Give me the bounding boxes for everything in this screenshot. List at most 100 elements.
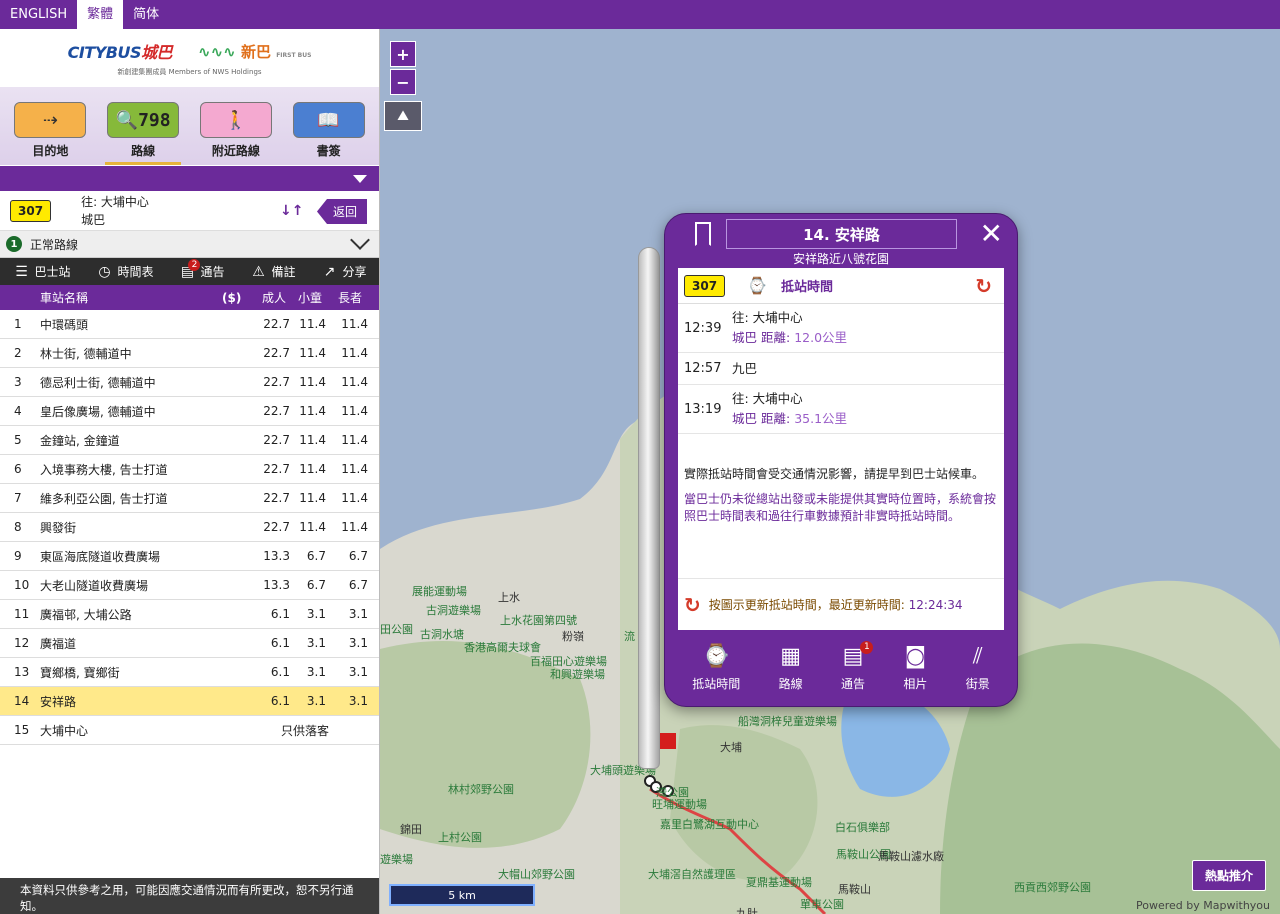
header-senior: 長者	[337, 291, 362, 305]
row-senior-fare: 3.1	[348, 665, 368, 679]
row-adult-fare: 22.7	[263, 433, 290, 447]
footer-notice-button[interactable]: ▤ 1 通告	[841, 640, 874, 692]
row-child-fare: 3.1	[306, 636, 326, 650]
row-stop-name: 金鐘站, 金鐘道	[40, 433, 120, 448]
row-number: 5	[14, 433, 22, 447]
eta-time: 12:39	[684, 320, 722, 336]
table-row[interactable]: 1 中環碼頭 22.7 11.4 11.4	[0, 310, 379, 339]
update-row: ↻ 按圖示更新抵站時間，最近更新時間: 12:24:34	[678, 578, 1004, 630]
row-number: 1	[14, 317, 22, 331]
route-destination: 往: 大埔中心	[81, 194, 149, 209]
footer-eta-button[interactable]: ⌚ 抵站時間	[692, 644, 740, 692]
notice-doc-icon: ▤ 2	[178, 258, 201, 281]
row-number: 15	[14, 723, 30, 737]
row-number: 14	[14, 694, 30, 708]
lang-traditional-chinese[interactable]: 繁體	[77, 0, 124, 29]
table-row[interactable]: 14 安祥路 6.1 3.1 3.1	[0, 687, 379, 716]
zoom-out-button[interactable]: −	[390, 69, 416, 95]
nav-nearby-route[interactable]: 🚶 附近路線	[192, 102, 280, 159]
row-stop-name: 皇后像廣場, 德輔道中	[40, 404, 156, 419]
lang-simplified-chinese[interactable]: 简体	[123, 0, 169, 29]
back-button[interactable]: 返回	[316, 199, 367, 224]
row-number: 6	[14, 462, 22, 476]
hong-kong-overview-icon[interactable]: ⛰	[384, 101, 422, 131]
row-adult-fare: 22.7	[263, 491, 290, 505]
row-stop-name: 大埔中心	[40, 723, 89, 738]
notice-text-1: 實際抵站時間會受交通情況影響，請提早到巴士站候車。	[684, 467, 985, 481]
nav-destination[interactable]: ⇢ 目的地	[6, 102, 94, 159]
notice-tab[interactable]: ▤ 2 通告	[178, 258, 225, 281]
row-senior-fare: 6.7	[348, 549, 368, 563]
close-icon[interactable]: ✕	[980, 220, 1003, 248]
eta-destination: 九巴	[732, 360, 758, 376]
row-child-fare: 3.1	[306, 665, 326, 679]
row-adult-fare: 22.7	[263, 346, 290, 360]
table-row[interactable]: 2 林士街, 德輔道中 22.7 11.4 11.4	[0, 339, 379, 368]
table-row[interactable]: 11 廣福邨, 大埔公路 6.1 3.1 3.1	[0, 600, 379, 629]
map-place-label: 單車公園	[800, 898, 844, 911]
map-place-label: 西貢西郊野公園	[1014, 881, 1091, 894]
lang-english[interactable]: ENGLISH	[0, 0, 77, 29]
route-type-selector[interactable]: 1 正常路線	[0, 230, 379, 258]
route-number-badge: 307	[10, 199, 52, 222]
footer-photo-button[interactable]: ◙ 相片	[903, 644, 927, 692]
bookmark-icon[interactable]	[695, 222, 711, 246]
stop-pin-marker	[638, 247, 660, 769]
row-child-fare: 6.7	[306, 549, 326, 563]
share-icon: ↗	[323, 263, 336, 280]
street-view-icon: ⫽	[972, 643, 983, 669]
table-row[interactable]: 6 入境事務大樓, 告士打道 22.7 11.4 11.4	[0, 455, 379, 484]
row-number: 13	[14, 665, 30, 679]
table-row[interactable]: 15 大埔中心 只供落客	[0, 716, 379, 745]
stops-tab[interactable]: ☰ 巴士站	[12, 263, 70, 281]
popup-subtitle: 安祥路近八號花園	[792, 252, 889, 266]
nav-route-label: 路線	[131, 144, 156, 158]
notice-text-2: 當巴士仍未從總站出發或未能提供其實時位置時，系統會按照巴士時間表和過往行車數據預…	[684, 492, 997, 523]
route-type-number: 1	[6, 236, 22, 252]
nav-route[interactable]: 🔍 798 路線	[99, 102, 187, 165]
row-child-fare: 11.4	[299, 433, 326, 447]
table-row[interactable]: 10 大老山隧道收費廣場 13.3 6.7 6.7	[0, 571, 379, 600]
table-row[interactable]: 8 興發街 22.7 11.4 11.4	[0, 513, 379, 542]
remarks-tab[interactable]: ⚠ 備註	[249, 263, 295, 281]
footer-route-button[interactable]: ▦ 路線	[779, 644, 803, 692]
footer-street-view-button[interactable]: ⫽ 街景	[966, 643, 990, 692]
row-stop-name: 安祥路	[40, 694, 77, 709]
map-place-label: 上水	[498, 591, 520, 604]
table-row[interactable]: 5 金鐘站, 金鐘道 22.7 11.4 11.4	[0, 426, 379, 455]
nav-nearby-label: 附近路線	[211, 144, 260, 158]
row-number: 10	[14, 578, 30, 592]
triangle-down-icon[interactable]	[353, 175, 367, 183]
map-view[interactable]: 上水 上水花園第四號 展能運動場 古洞遊樂場 古洞水塘 香港高爾夫球會 粉嶺流百福田心遊樂場…	[380, 29, 1280, 914]
stops-list-icon: ☰	[15, 263, 28, 280]
citybus-logo: CITYBUS城巴	[67, 43, 173, 62]
table-row[interactable]: 9 東區海底隧道收費廣場 13.3 6.7 6.7	[0, 542, 379, 571]
hot-spot-button[interactable]: 熱點推介	[1191, 860, 1266, 891]
nav-bookmark[interactable]: 📖 書簽	[285, 102, 373, 159]
map-place-label: 大埔滘自然護理區	[648, 868, 736, 881]
share-tab[interactable]: ↗ 分享	[320, 263, 367, 281]
update-time: 12:24:34	[908, 597, 963, 612]
table-row[interactable]: 3 德忌利士街, 德輔道中 22.7 11.4 11.4	[0, 368, 379, 397]
refresh-icon[interactable]: ↻	[975, 274, 992, 298]
collapse-strip[interactable]	[0, 165, 379, 191]
row-adult-fare: 13.3	[263, 578, 290, 592]
swap-direction-icon[interactable]: ↓↑	[280, 203, 303, 219]
row-stop-name: 寶鄉橋, 寶鄉街	[40, 665, 120, 680]
timetable-tab[interactable]: ◷ 時間表	[95, 263, 153, 281]
table-row[interactable]: 7 維多利亞公園, 告士打道 22.7 11.4 11.4	[0, 484, 379, 513]
zoom-controls: + −	[390, 41, 416, 95]
zoom-in-button[interactable]: +	[390, 41, 416, 67]
table-row[interactable]: 12 廣福道 6.1 3.1 3.1	[0, 629, 379, 658]
eta-distance-label: 距離:	[761, 411, 791, 426]
row-adult-fare: 22.7	[263, 520, 290, 534]
row-adult-fare: 6.1	[270, 636, 290, 650]
row-stop-name: 入境事務大樓, 告士打道	[40, 462, 168, 477]
table-row[interactable]: 4 皇后像廣場, 德輔道中 22.7 11.4 11.4	[0, 397, 379, 426]
row-stop-name: 廣福邨, 大埔公路	[40, 607, 132, 622]
row-child-fare: 11.4	[299, 520, 326, 534]
table-row[interactable]: 13 寶鄉橋, 寶鄉街 6.1 3.1 3.1	[0, 658, 379, 687]
row-stop-name: 維多利亞公園, 告士打道	[40, 491, 168, 506]
chevron-down-icon[interactable]	[350, 230, 370, 250]
refresh-icon[interactable]: ↻	[684, 593, 701, 617]
